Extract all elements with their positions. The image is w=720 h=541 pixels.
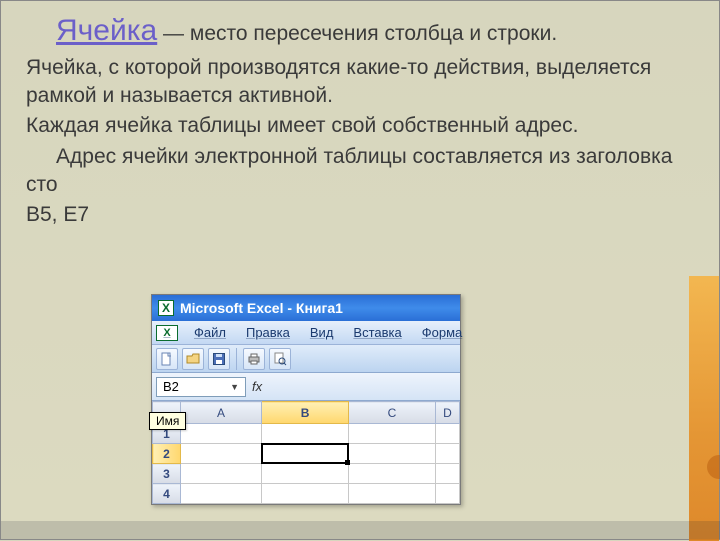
excel-window: X Microsoft Excel - Книга1 X Файл Правка… xyxy=(151,294,461,505)
new-doc-icon[interactable] xyxy=(156,348,178,370)
paragraph-3: Каждая ячейка таблицы имеет свой собстве… xyxy=(26,112,699,140)
cell-D2[interactable] xyxy=(436,444,460,464)
save-icon[interactable] xyxy=(208,348,230,370)
col-A[interactable]: A xyxy=(181,402,262,424)
cell-A2[interactable] xyxy=(181,444,262,464)
cell-D1[interactable] xyxy=(436,424,460,444)
window-title: Microsoft Excel - Книга1 xyxy=(180,300,343,316)
fx-label[interactable]: fx xyxy=(252,379,262,394)
selection-box xyxy=(261,443,349,464)
row-3: 3 xyxy=(153,464,460,484)
cell-A4[interactable] xyxy=(181,484,262,504)
menu-file[interactable]: Файл xyxy=(184,325,236,340)
spreadsheet[interactable]: A B C D 1 2 3 xyxy=(152,401,460,504)
paragraph-4a: Адрес ячейки электронной таблицы составл… xyxy=(26,145,672,196)
col-B[interactable]: B xyxy=(262,402,349,424)
preview-icon[interactable] xyxy=(269,348,291,370)
open-icon[interactable] xyxy=(182,348,204,370)
menu-insert[interactable]: Вставка xyxy=(343,325,411,340)
intro-text: — место пересечения столбца и строки. xyxy=(157,22,557,45)
column-headers: A B C D xyxy=(153,402,460,424)
menu-edit[interactable]: Правка xyxy=(236,325,300,340)
cell-A1[interactable] xyxy=(181,424,262,444)
row-head-2[interactable]: 2 xyxy=(153,444,181,464)
cell-C4[interactable] xyxy=(349,484,436,504)
paragraph-4: Адрес ячейки электронной таблицы составл… xyxy=(26,143,699,200)
row-head-4[interactable]: 4 xyxy=(153,484,181,504)
bottom-strip xyxy=(1,521,720,539)
name-box-value: B2 xyxy=(163,379,179,394)
term-heading: Ячейка xyxy=(56,14,157,47)
dropdown-caret-icon[interactable]: ▼ xyxy=(230,382,239,392)
cell-C3[interactable] xyxy=(349,464,436,484)
titlebar: X Microsoft Excel - Книга1 xyxy=(152,295,460,321)
cell-B3[interactable] xyxy=(262,464,349,484)
paragraph-5: B5, E7 xyxy=(26,201,699,229)
paragraph-1: Ячейка — место пересечения столбца и стр… xyxy=(26,11,699,52)
menu-format[interactable]: Форма xyxy=(412,325,473,340)
orange-accent xyxy=(689,276,719,541)
menu-bar: X Файл Правка Вид Вставка Форма xyxy=(152,321,460,345)
cell-D4[interactable] xyxy=(436,484,460,504)
cell-C1[interactable] xyxy=(349,424,436,444)
excel-doc-icon: X xyxy=(156,325,178,341)
cell-C2[interactable] xyxy=(349,444,436,464)
row-1: 1 xyxy=(153,424,460,444)
print-icon[interactable] xyxy=(243,348,265,370)
tooltip-name: Имя xyxy=(149,412,186,430)
menu-view[interactable]: Вид xyxy=(300,325,344,340)
cell-D3[interactable] xyxy=(436,464,460,484)
row-head-3[interactable]: 3 xyxy=(153,464,181,484)
cell-B4[interactable] xyxy=(262,484,349,504)
standard-toolbar xyxy=(152,345,460,373)
row-2: 2 xyxy=(153,444,460,464)
col-D[interactable]: D xyxy=(436,402,460,424)
col-C[interactable]: C xyxy=(349,402,436,424)
name-box[interactable]: B2 ▼ xyxy=(156,377,246,397)
formula-bar: B2 ▼ fx xyxy=(152,373,460,401)
paragraph-2: Ячейка, с которой производятся какие-то … xyxy=(26,54,699,111)
excel-app-icon: X xyxy=(158,300,174,316)
cell-B1[interactable] xyxy=(262,424,349,444)
cell-B2-active[interactable] xyxy=(262,444,349,464)
cell-A3[interactable] xyxy=(181,464,262,484)
slide-body: Ячейка — место пересечения столбца и стр… xyxy=(1,1,719,230)
row-4: 4 xyxy=(153,484,460,504)
separator-icon xyxy=(236,348,237,370)
